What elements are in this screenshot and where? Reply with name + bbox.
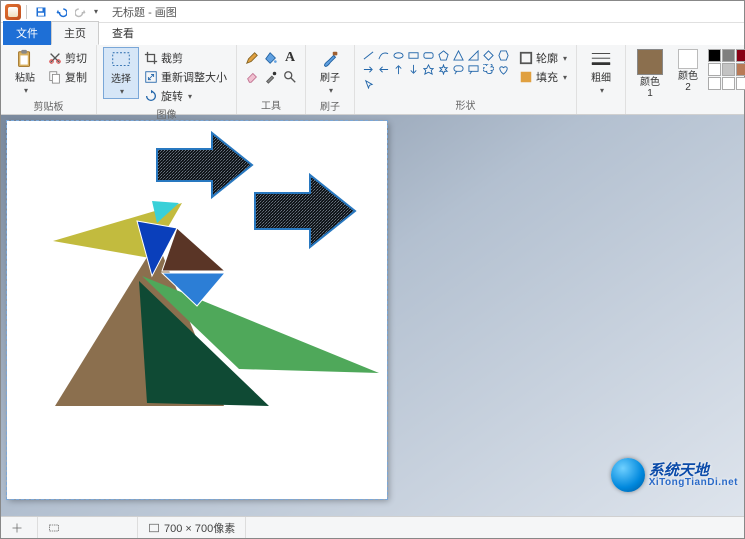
palette-swatch[interactable] [708,77,721,90]
ribbon: 粘贴▾ 剪切 复制 剪贴板 选择▾ 裁剪 重新调整大小 旋转▾ 图像 [1,45,744,115]
watermark: 系统天地 XiTongTianDi.net [611,458,738,492]
copy-button[interactable]: 复制 [45,68,90,86]
tab-file[interactable]: 文件 [3,21,51,45]
palette-swatch[interactable] [708,49,721,62]
resize-button[interactable]: 重新调整大小 [141,68,230,86]
ribbon-tabs: 文件 主页 查看 [1,23,744,45]
palette-swatch[interactable] [736,49,745,62]
undo-button[interactable] [52,3,70,21]
status-bar: 700 × 700像素 [1,516,744,538]
color2-swatch [678,49,698,69]
group-label-shapes: 形状 [456,96,476,114]
save-button[interactable] [32,3,50,21]
canvas-container [7,121,387,499]
tab-view[interactable]: 查看 [99,21,147,45]
group-shapes: 轮廓▾ 填充▾ 形状 [355,45,577,114]
work-area: 系统天地 XiTongTianDi.net [1,115,744,516]
crop-icon [144,51,158,65]
color1-swatch [637,49,663,75]
fill-tool[interactable] [262,49,280,67]
status-canvas-size: 700 × 700像素 [138,517,246,538]
qat-customize[interactable]: ▾ [94,7,98,16]
group-clipboard: 粘贴▾ 剪切 复制 剪贴板 [1,45,97,114]
window-title: 无标题 - 画图 [112,4,177,20]
group-label-brushes: 刷子 [320,97,340,115]
palette-swatch[interactable] [708,63,721,76]
rotate-button[interactable]: 旋转▾ [141,87,230,105]
watermark-en: XiTongTianDi.net [649,478,738,488]
pencil-tool[interactable] [243,49,261,67]
shape-outline-button[interactable]: 轮廓▾ [516,49,570,67]
color1-button[interactable]: 颜色 1 [632,47,668,101]
palette-swatch[interactable] [736,77,745,90]
paste-button[interactable]: 粘贴▾ [7,47,43,97]
group-size: 粗细▾ [577,45,626,114]
status-cursor-pos [1,517,38,538]
text-tool[interactable]: A [281,49,299,67]
picker-tool[interactable] [262,68,280,86]
group-brushes: 刷子▾ 刷子 [306,45,355,114]
palette-swatch[interactable] [722,63,735,76]
shape-gallery[interactable] [361,49,510,90]
watermark-cn: 系统天地 [649,463,738,478]
outline-icon [519,51,533,65]
cut-button[interactable]: 剪切 [45,49,90,67]
quick-access-toolbar: ▾ [1,3,102,21]
select-button[interactable]: 选择▾ [103,47,139,99]
size-button[interactable]: 粗细▾ [583,47,619,97]
group-colors: 颜色 1 颜色 2 编辑颜色 颜色 [626,45,745,114]
globe-icon [611,458,645,492]
group-image: 选择▾ 裁剪 重新调整大小 旋转▾ 图像 [97,45,237,114]
paste-icon [14,49,36,71]
color2-button[interactable]: 颜色 2 [670,47,706,95]
redo-button[interactable] [72,3,90,21]
copy-icon [48,70,62,84]
title-bar: ▾ 无标题 - 画图 [1,1,744,23]
color-palette[interactable] [708,49,745,90]
group-label-size [600,100,603,114]
canvas[interactable] [7,121,387,499]
palette-swatch[interactable] [736,63,745,76]
group-tools: A 工具 [237,45,306,114]
size-icon [590,49,612,71]
group-label-clipboard: 剪贴板 [34,97,64,115]
cut-icon [48,51,62,65]
brush-icon [319,49,341,71]
magnifier-tool[interactable] [281,68,299,86]
rotate-icon [144,89,158,103]
tab-home[interactable]: 主页 [51,21,99,45]
crop-button[interactable]: 裁剪 [141,49,230,67]
resize-icon [144,70,158,84]
select-icon [110,50,132,72]
palette-swatch[interactable] [722,77,735,90]
group-label-tools: 工具 [261,96,281,114]
status-selection-size [38,517,138,538]
app-icon [5,4,21,20]
shape-fill-button[interactable]: 填充▾ [516,68,570,86]
fill-icon [519,70,533,84]
eraser-tool[interactable] [243,68,261,86]
palette-swatch[interactable] [722,49,735,62]
brush-button[interactable]: 刷子▾ [312,47,348,97]
